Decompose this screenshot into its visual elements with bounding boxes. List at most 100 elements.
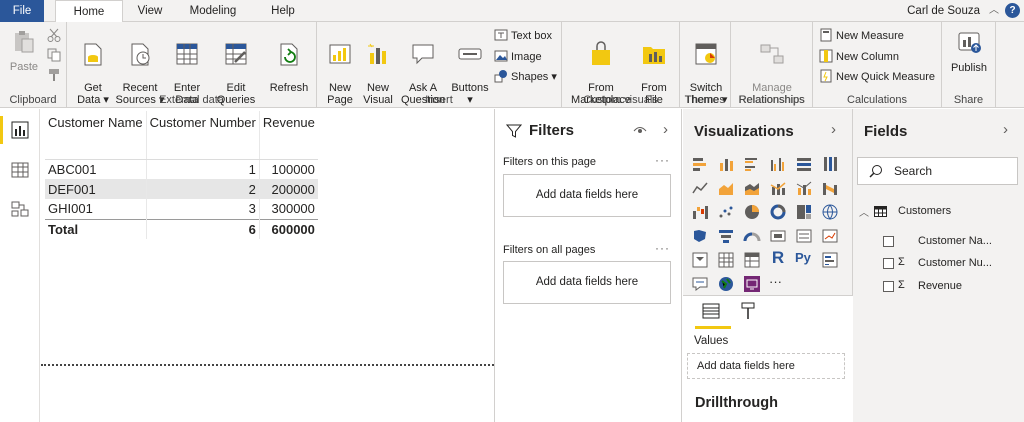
tab-modeling[interactable]: Modeling: [180, 0, 246, 22]
values-drop-zone[interactable]: Add data fields here: [687, 353, 845, 379]
image-button[interactable]: Image: [494, 48, 542, 66]
format-painter-icon[interactable]: [47, 68, 61, 82]
waterfall-chart-icon[interactable]: [691, 203, 709, 221]
powerapps-visual-icon[interactable]: [743, 275, 761, 293]
column-header-customer-number[interactable]: Customer Number: [146, 111, 260, 160]
collapse-filters-chevron-icon[interactable]: ›: [663, 121, 668, 138]
100-percent-bar-chart-icon[interactable]: [795, 155, 813, 173]
copy-icon[interactable]: [47, 48, 61, 62]
tab-view[interactable]: View: [128, 0, 172, 22]
field-item[interactable]: Σ Customer Nu...: [883, 255, 1018, 273]
pie-chart-icon[interactable]: [743, 203, 761, 221]
tab-home[interactable]: Home: [55, 0, 123, 23]
r-script-visual-icon[interactable]: R: [769, 248, 787, 267]
visual-pane-tabs: [683, 295, 853, 331]
ribbon: Paste Clipboard Get Data ▾ Recent Source…: [0, 22, 1024, 118]
report-view-icon[interactable]: [11, 121, 29, 139]
refresh-button[interactable]: Refresh: [267, 29, 311, 94]
image-label: Image: [511, 51, 542, 63]
eye-icon[interactable]: [633, 125, 647, 137]
map-globe-icon[interactable]: [821, 203, 839, 221]
line-chart-icon[interactable]: [691, 179, 709, 197]
field-checkbox[interactable]: [883, 281, 894, 292]
user-name[interactable]: Carl de Souza: [907, 0, 980, 22]
table-icon: [874, 206, 887, 217]
donut-chart-icon[interactable]: [769, 203, 787, 221]
collapse-table-chevron-icon[interactable]: ︿: [859, 204, 869, 219]
external-data-group-label: External data: [159, 94, 224, 106]
filters-this-page-label: Filters on this page: [503, 156, 596, 168]
arcgis-globe-icon[interactable]: [717, 275, 735, 293]
help-icon[interactable]: ?: [1005, 3, 1020, 18]
shapes-button[interactable]: Shapes ▾: [494, 68, 557, 86]
field-table-customers[interactable]: ︿ Customers: [857, 204, 1017, 222]
field-checkbox[interactable]: [883, 236, 894, 247]
fields-well-tab-icon[interactable]: [701, 302, 721, 320]
table-row[interactable]: ABC001 1 100000: [45, 159, 318, 179]
text-box-button[interactable]: Text box: [494, 27, 552, 45]
shapes-icon: [494, 70, 507, 83]
field-item[interactable]: Σ Revenue: [883, 278, 1018, 296]
funnel-chart-icon[interactable]: [717, 227, 735, 245]
group-external-data: Get Data ▾ Recent Sources ▾ Enter Data E…: [67, 22, 317, 118]
paint-roller-icon[interactable]: [741, 302, 755, 320]
new-measure-button[interactable]: New Measure: [819, 27, 904, 45]
slicer-icon[interactable]: [691, 251, 709, 269]
table-visual[interactable]: Customer Name Customer Number Revenue AB…: [45, 111, 318, 239]
tab-help[interactable]: Help: [260, 0, 306, 22]
values-well-label: Values: [694, 335, 729, 347]
scatter-chart-icon[interactable]: [717, 203, 735, 221]
ribbon-chart-icon[interactable]: [821, 179, 839, 197]
filters-pane: Filters › Filters on this page ··· Add d…: [494, 109, 682, 422]
filters-all-pages-label: Filters on all pages: [503, 244, 596, 256]
multi-row-card-icon[interactable]: [795, 227, 813, 245]
card-icon[interactable]: [769, 227, 787, 245]
table-visual-icon[interactable]: [717, 251, 735, 269]
column-header-revenue[interactable]: Revenue: [259, 111, 318, 160]
collapse-ribbon-icon[interactable]: ︿: [989, 0, 999, 22]
matrix-icon[interactable]: [743, 251, 761, 269]
key-influencers-icon[interactable]: [821, 251, 839, 269]
more-options-icon[interactable]: ···: [655, 241, 670, 255]
qa-visual-icon[interactable]: [691, 275, 709, 293]
active-view-indicator: [0, 116, 3, 144]
more-visuals-icon[interactable]: ···: [769, 274, 789, 292]
report-filter-drop-zone[interactable]: Add data fields here: [503, 261, 671, 304]
new-quick-measure-button[interactable]: New Quick Measure: [819, 68, 935, 86]
model-view-icon[interactable]: [11, 200, 29, 218]
treemap-icon[interactable]: [795, 203, 813, 221]
publish-button[interactable]: Publish: [946, 29, 992, 74]
area-chart-icon[interactable]: [717, 179, 735, 197]
tab-file[interactable]: File: [0, 0, 44, 22]
100-percent-column-chart-icon[interactable]: [821, 155, 839, 173]
column-header-customer-name[interactable]: Customer Name: [45, 111, 147, 160]
line-and-stacked-column-chart-icon[interactable]: [795, 179, 813, 197]
paste-button[interactable]: Paste: [6, 28, 42, 73]
collapse-visualizations-chevron-icon[interactable]: ›: [831, 121, 836, 138]
stacked-area-chart-icon[interactable]: [743, 179, 761, 197]
cut-icon[interactable]: [47, 28, 61, 42]
field-checkbox[interactable]: [883, 258, 894, 269]
report-canvas[interactable]: Customer Name Customer Number Revenue AB…: [41, 109, 494, 422]
more-options-icon[interactable]: ···: [655, 153, 670, 167]
fields-search-input[interactable]: Search: [857, 157, 1018, 185]
line-and-column-chart-icon[interactable]: [769, 179, 787, 197]
new-column-button[interactable]: New Column: [819, 48, 899, 66]
stacked-column-chart-icon[interactable]: [717, 155, 735, 173]
page-filter-drop-zone[interactable]: Add data fields here: [503, 174, 671, 217]
clustered-column-chart-icon[interactable]: [769, 155, 787, 173]
sum-icon: Σ: [898, 279, 905, 291]
stacked-bar-chart-icon[interactable]: [691, 155, 709, 173]
filled-map-icon[interactable]: [691, 227, 709, 245]
table-row[interactable]: DEF001 2 200000: [45, 179, 318, 199]
gauge-icon[interactable]: [743, 227, 761, 245]
python-visual-icon[interactable]: Py: [795, 250, 817, 268]
group-share: Publish Share: [942, 22, 996, 108]
table-row[interactable]: GHI001 3 300000: [45, 199, 318, 219]
collapse-fields-chevron-icon[interactable]: ›: [1003, 121, 1008, 138]
field-item[interactable]: Customer Na...: [883, 233, 1018, 251]
theme-icon: [695, 43, 717, 65]
clustered-bar-chart-icon[interactable]: [743, 155, 761, 173]
data-view-icon[interactable]: [11, 161, 29, 179]
kpi-icon[interactable]: [821, 227, 839, 245]
